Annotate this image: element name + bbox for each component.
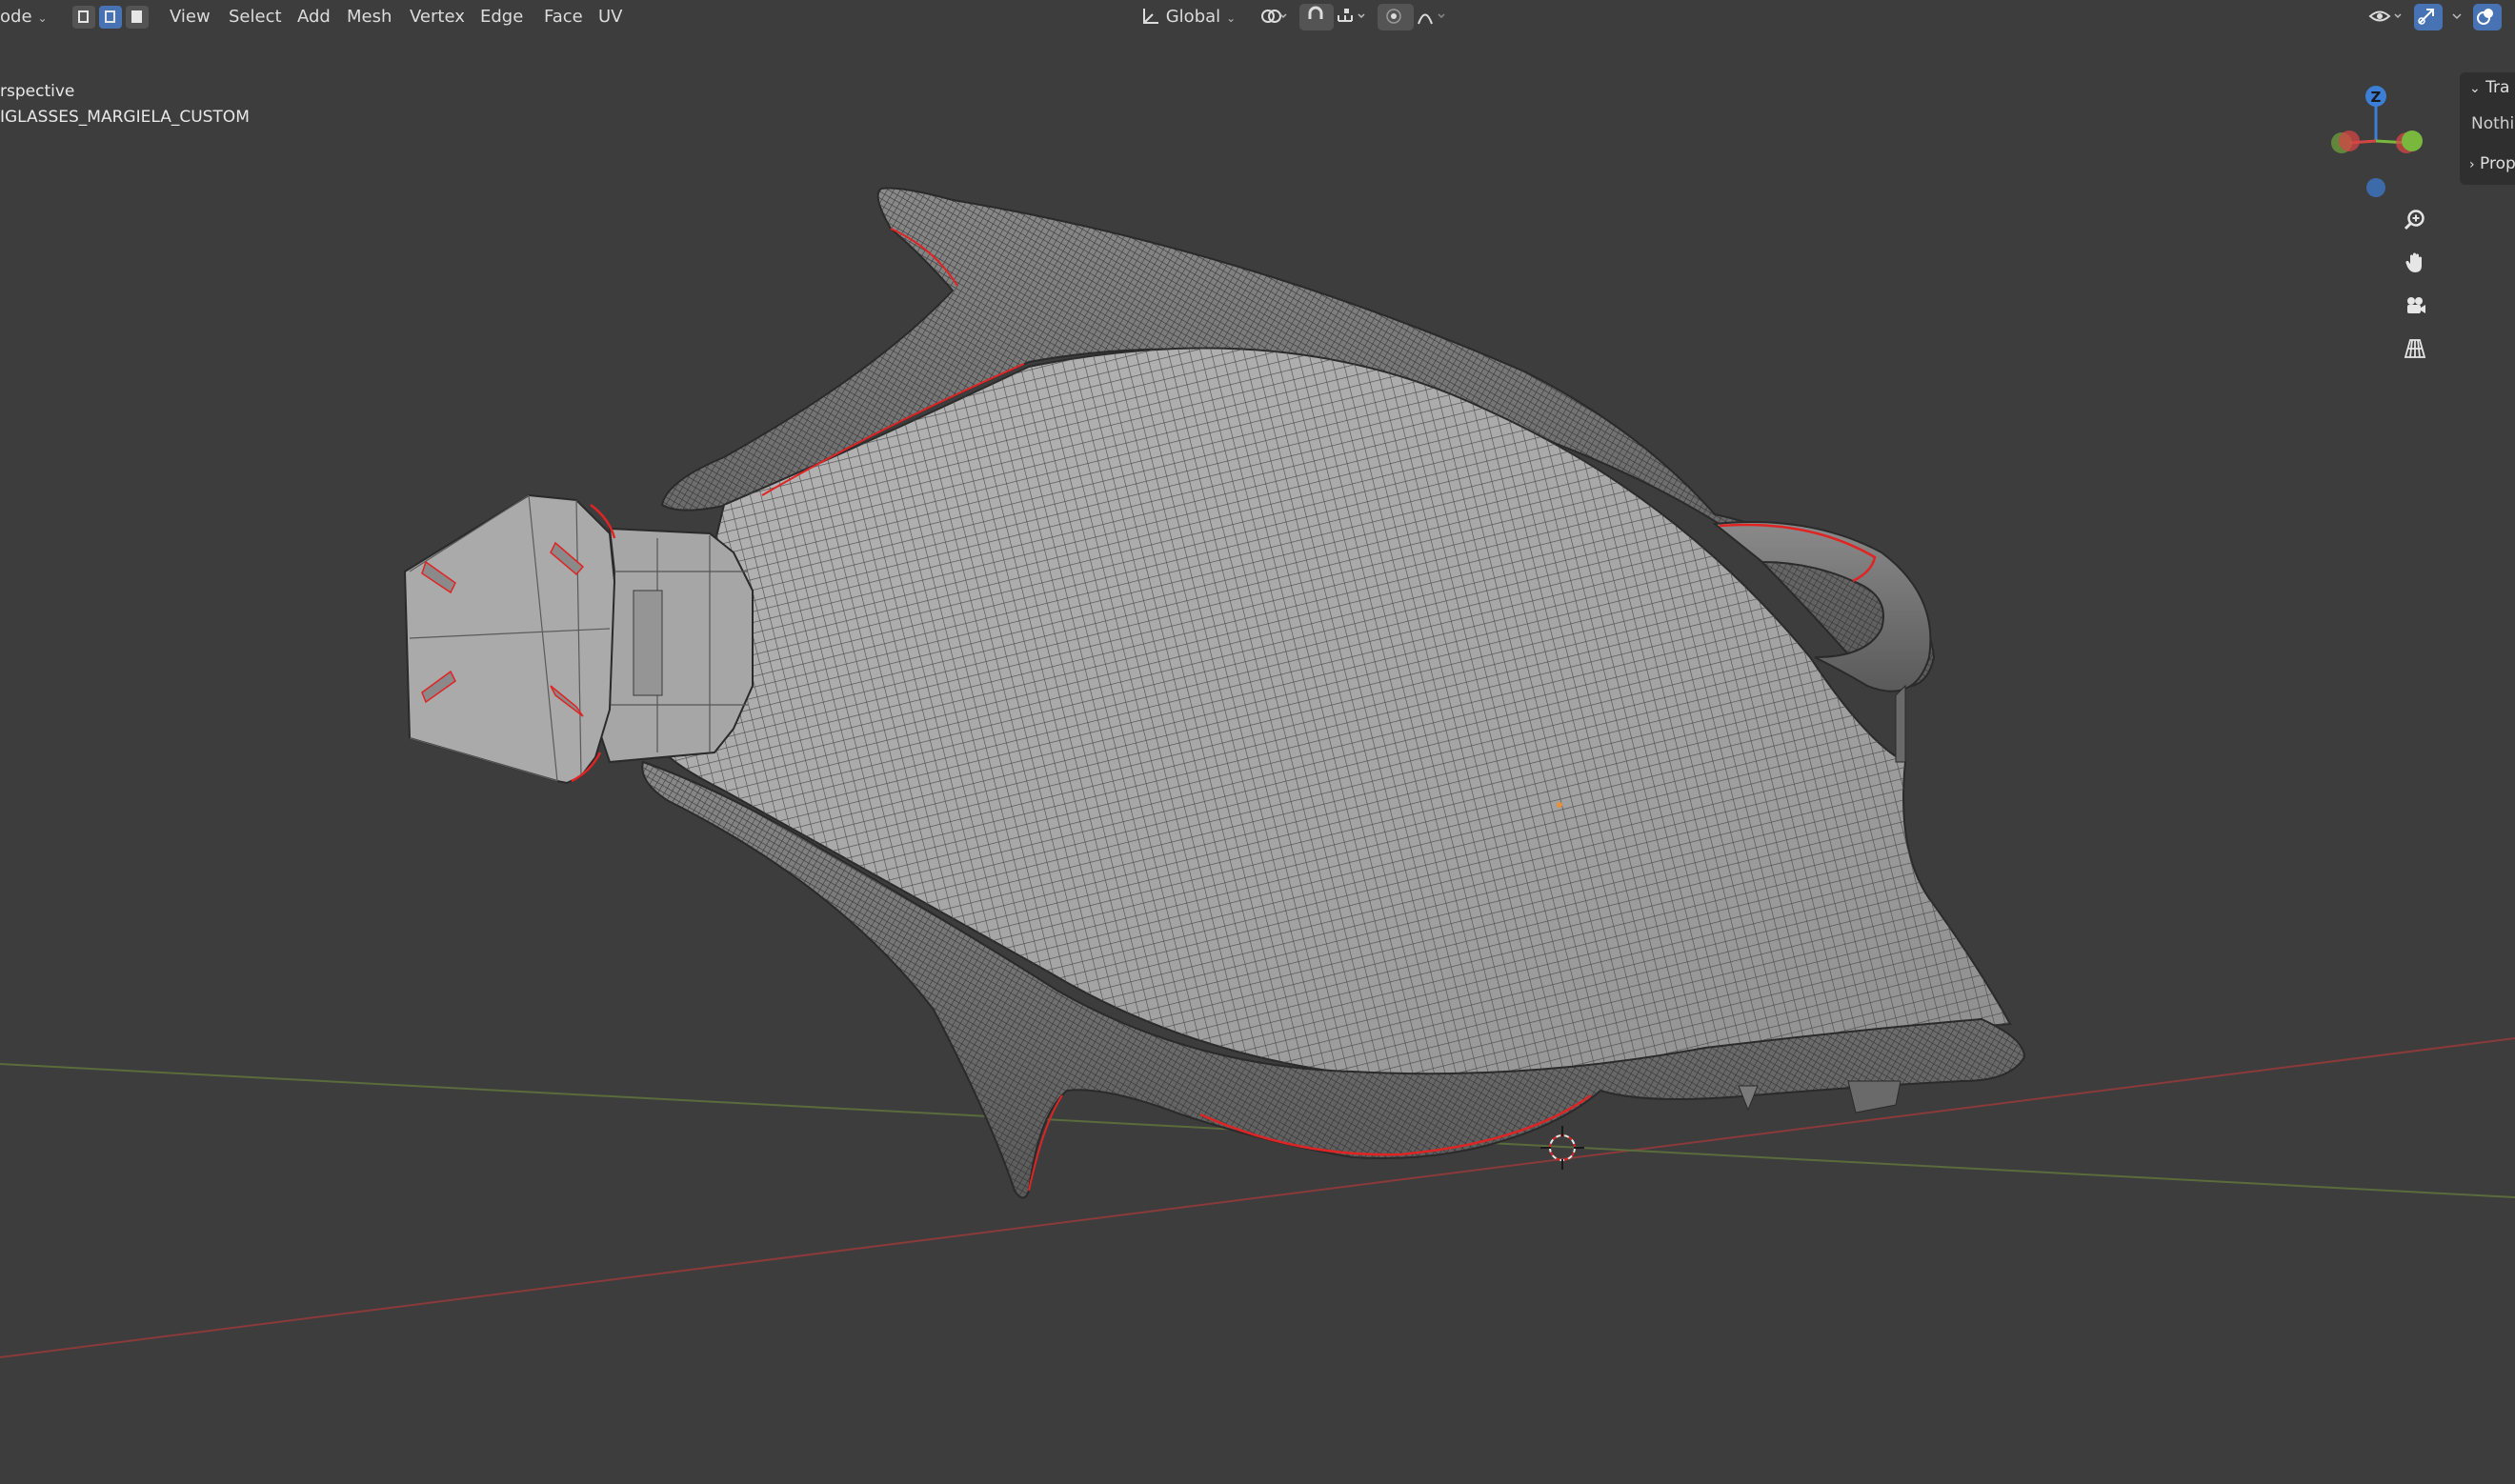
transform-orientation-label: Global	[1165, 7, 1221, 27]
snap-toggle[interactable]	[1299, 4, 1334, 30]
mode-label: ode	[0, 7, 32, 27]
gizmo-dropdown[interactable]	[2445, 4, 2473, 30]
navigation-gizmo[interactable]: Z	[2315, 78, 2429, 202]
transform-orientation-icon	[1143, 9, 1158, 24]
vertex-select-mode-button[interactable]	[72, 6, 95, 29]
gizmo-neg-x-ball[interactable]	[2339, 130, 2360, 151]
proportional-edit-icon	[1386, 9, 1401, 24]
falloff-dropdown[interactable]	[1410, 4, 1456, 30]
gizmo-y-ball[interactable]	[2402, 130, 2423, 151]
chevron-down-icon	[2452, 13, 2462, 20]
menu-edge[interactable]: Edge	[474, 4, 529, 30]
menu-add[interactable]: Add	[292, 4, 336, 30]
3d-cursor[interactable]	[1540, 1126, 1584, 1170]
header-toolbar: ode ⌄ View Select Add Mesh Vertex Edge Fa…	[0, 0, 2515, 34]
transform-orientation-dropdown[interactable]: Global ⌄	[1134, 4, 1258, 30]
menu-face[interactable]: Face	[538, 4, 589, 30]
proportional-edit-toggle[interactable]	[1378, 4, 1414, 30]
camera-view-button[interactable]	[2397, 288, 2433, 324]
snap-target-dropdown[interactable]	[1330, 4, 1376, 30]
hand-pan-icon	[2405, 252, 2422, 272]
chevron-down-icon: ⌄	[2469, 81, 2481, 96]
face-mode-icon	[131, 10, 142, 23]
mesh-tab-a	[1738, 1085, 1759, 1112]
menu-uv[interactable]: UV	[593, 4, 629, 30]
3d-viewport[interactable]: ode ⌄ View Select Add Mesh Vertex Edge Fa…	[0, 0, 2515, 1484]
snap-target-icon	[1338, 9, 1365, 22]
chevron-down-icon: ⌄	[1226, 11, 1237, 25]
hinge-slot	[633, 590, 663, 696]
perspective-toggle-button[interactable]	[2397, 331, 2433, 367]
mode-dropdown[interactable]: ode ⌄	[0, 4, 61, 30]
vertex-mode-icon	[78, 10, 89, 23]
pan-button[interactable]	[2397, 245, 2433, 281]
gizmo-toggle-icon	[2418, 9, 2434, 25]
transform-panel-label: Tra	[2485, 78, 2510, 97]
menu-view[interactable]: View	[164, 4, 216, 30]
mesh-tab-c	[1895, 684, 1906, 763]
menu-select[interactable]: Select	[223, 4, 288, 30]
gizmo-toggle[interactable]	[2414, 4, 2443, 30]
nothing-selected-label: Nothi	[2471, 114, 2515, 133]
grid-perspective-icon	[2404, 339, 2426, 358]
menu-vertex[interactable]: Vertex	[404, 4, 471, 30]
zoom-icon	[2404, 210, 2424, 231]
gizmo-neg-z-ball[interactable]	[2366, 178, 2385, 197]
pivot-icon	[1261, 10, 1287, 23]
edge-mode-icon	[105, 10, 115, 23]
mesh-scene[interactable]	[0, 0, 2515, 1484]
properties-panel-label: Prop	[2480, 154, 2515, 173]
view-name-label: rspective	[0, 82, 75, 101]
visibility-dropdown[interactable]	[2363, 4, 2414, 30]
chevron-down-icon: ⌄	[37, 11, 48, 25]
overlay-toggle[interactable]	[2473, 4, 2502, 30]
transform-panel-header[interactable]: ⌄ Tra	[2469, 78, 2509, 97]
end-plate[interactable]	[403, 493, 616, 785]
snap-icon	[1308, 6, 1323, 19]
face-select-mode-button[interactable]	[126, 6, 149, 29]
zoom-button[interactable]	[2397, 202, 2433, 238]
pivot-point-dropdown[interactable]	[1254, 4, 1298, 30]
falloff-icon	[1418, 13, 1445, 25]
overlay-icon	[2477, 9, 2493, 25]
gizmo-z-label: Z	[2371, 89, 2382, 106]
properties-panel-header[interactable]: › Prop	[2469, 154, 2515, 173]
hinge-block[interactable]	[598, 527, 754, 764]
edge-select-mode-button[interactable]	[99, 6, 122, 29]
mesh-tab-b	[1847, 1080, 1901, 1113]
sidebar-panel: ⌄ Tra Nothi › Prop	[2460, 72, 2515, 185]
visibility-icon	[2368, 10, 2402, 22]
menu-mesh[interactable]: Mesh	[341, 4, 397, 30]
camera-icon	[2407, 297, 2425, 313]
object-name-label: IGLASSES_MARGIELA_CUSTOM	[0, 108, 250, 127]
lens-body-wire	[657, 348, 2010, 1077]
object-origin	[1557, 802, 1562, 808]
chevron-right-icon: ›	[2469, 157, 2475, 172]
